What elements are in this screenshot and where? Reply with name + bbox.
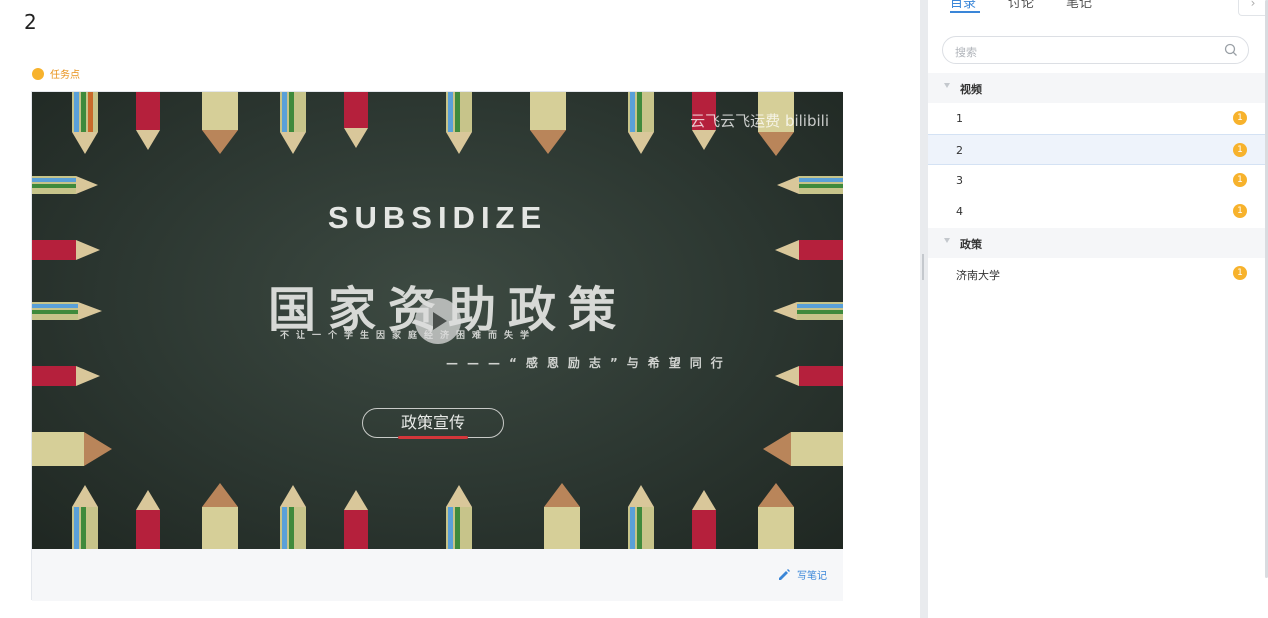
task-badge: 1	[1233, 204, 1247, 218]
list-item[interactable]: 1 1	[928, 103, 1265, 134]
chapter-group-label: 政策	[960, 238, 982, 251]
player-footer: 写笔记	[32, 549, 843, 601]
divider-handle[interactable]	[922, 254, 924, 280]
list-item-label: 2	[956, 144, 963, 157]
main-panel: 2 任务点 云飞云飞运费 bilibili SUBSIDIZE 不让一个学生因家…	[0, 0, 920, 618]
list-item-label: 济南大学	[956, 269, 1000, 282]
policy-underline	[398, 436, 468, 439]
video-player: 云飞云飞运费 bilibili SUBSIDIZE 国家资助政策 不让一个学生因…	[31, 91, 843, 601]
list-item[interactable]: 4 1	[928, 196, 1265, 227]
write-note-button[interactable]: 写笔记	[777, 567, 827, 582]
tab-discussion[interactable]: 讨论	[1008, 0, 1034, 11]
list-item[interactable]: 3 1	[928, 165, 1265, 196]
write-note-label: 写笔记	[797, 571, 827, 582]
chevron-right-icon: ›	[1250, 0, 1256, 10]
panel-divider[interactable]	[920, 0, 928, 618]
task-point-dot-icon	[32, 67, 44, 80]
task-badge: 1	[1233, 266, 1247, 280]
play-icon	[433, 312, 447, 330]
list-item-label: 1	[956, 112, 963, 125]
list-item-label: 3	[956, 174, 963, 187]
pencil-icon	[779, 568, 790, 580]
task-badge: 1	[1233, 111, 1247, 125]
policy-pill: 政策宣传	[362, 408, 504, 438]
list-item-active[interactable]: 2 1	[928, 134, 1265, 165]
video-frame[interactable]: 云飞云飞运费 bilibili SUBSIDIZE 国家资助政策 不让一个学生因…	[32, 92, 843, 549]
video-english-title: SUBSIDIZE	[327, 200, 548, 235]
page-title: 2	[24, 10, 37, 34]
task-badge: 1	[1233, 173, 1247, 187]
task-badge: 1	[1233, 143, 1247, 157]
search-input[interactable]: 搜索	[942, 36, 1249, 64]
task-point-text: 任务点	[50, 70, 80, 81]
play-button[interactable]	[415, 298, 461, 344]
search-placeholder: 搜索	[955, 46, 977, 59]
list-item-label: 4	[956, 205, 963, 218]
video-subline: 不让一个学生因家庭经济困难而失学	[280, 331, 537, 341]
video-motto: ———“感恩励志”与希望同行	[446, 356, 732, 370]
task-point-label: 任务点	[32, 66, 80, 81]
active-tab-indicator	[950, 11, 980, 13]
chapter-group-label: 视频	[960, 83, 982, 96]
bilibili-watermark: 云飞云飞运费 bilibili	[690, 112, 829, 130]
chapter-group-policy[interactable]: 政策	[928, 228, 1265, 258]
caret-down-icon	[944, 83, 950, 88]
list-item[interactable]: 济南大学 1	[928, 258, 1265, 289]
caret-down-icon	[944, 238, 950, 243]
sidebar-tabs: 目录 讨论 笔记	[928, 0, 1268, 16]
tab-catalog[interactable]: 目录	[950, 0, 976, 11]
tab-notes[interactable]: 笔记	[1066, 0, 1092, 11]
sidebar: 目录 讨论 笔记 › 搜索 视频 1 1 2 1 3 1 4 1 政策 济南大学	[928, 0, 1268, 618]
collapse-sidebar-button[interactable]: ›	[1238, 0, 1268, 16]
chapter-group-video[interactable]: 视频	[928, 73, 1265, 103]
search-icon[interactable]	[1224, 43, 1238, 57]
